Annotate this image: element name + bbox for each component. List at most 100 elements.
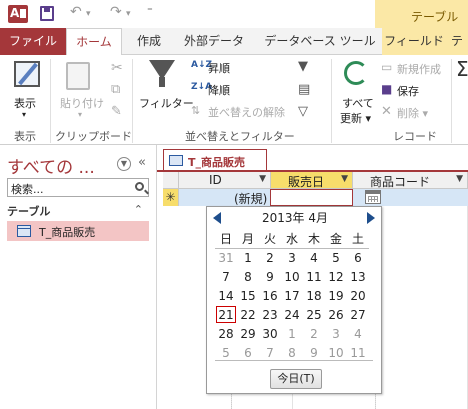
nav-item-table[interactable]: T_商品販売 <box>7 221 149 241</box>
column-dropdown-icon[interactable]: ▼ <box>456 174 463 184</box>
calendar-day[interactable]: 11 <box>303 267 325 286</box>
calendar-day[interactable]: 26 <box>325 305 347 324</box>
refresh-all-button[interactable]: すべて <box>342 95 374 111</box>
calendar-day[interactable]: 10 <box>281 267 303 286</box>
calendar-day[interactable]: 17 <box>281 286 303 305</box>
next-month-icon[interactable] <box>367 212 375 224</box>
collapse-pane-icon[interactable]: « <box>138 155 146 170</box>
toggle-filter-icon[interactable]: ▽ <box>298 104 308 119</box>
view-button[interactable]: 表示 <box>14 95 36 111</box>
save-record-icon[interactable]: ■ <box>381 82 392 96</box>
document-tab[interactable]: T_商品販売 <box>163 149 267 171</box>
calendar-day[interactable]: 15 <box>237 286 259 305</box>
remove-sort-icon[interactable]: ⇅ <box>191 104 200 117</box>
calendar-day[interactable]: 1 <box>237 248 259 267</box>
new-record-button[interactable]: 新規作成 <box>397 61 441 77</box>
previous-month-icon[interactable] <box>213 212 221 224</box>
paste-button[interactable]: 貼り付け <box>60 95 104 111</box>
tab-table[interactable]: テ <box>446 28 468 55</box>
nav-pane-title[interactable]: すべての ... <box>7 153 95 178</box>
filter-button[interactable]: フィルター <box>139 95 194 111</box>
calendar-day[interactable]: 23 <box>259 305 281 324</box>
calendar-day[interactable]: 7 <box>215 267 237 286</box>
view-icon[interactable] <box>14 61 40 87</box>
column-dropdown-icon[interactable]: ▼ <box>341 174 348 184</box>
calendar-day[interactable]: 13 <box>347 267 369 286</box>
date-picker-icon[interactable] <box>365 190 381 204</box>
paste-dropdown-icon[interactable]: ▾ <box>78 110 82 119</box>
calendar-day[interactable]: 9 <box>259 267 281 286</box>
nav-group-header[interactable]: テーブル ⌃ <box>7 203 149 220</box>
select-all-cell[interactable] <box>163 172 179 189</box>
calendar-day[interactable]: 1 <box>281 324 303 343</box>
calendar-day[interactable]: 2 <box>259 248 281 267</box>
calendar-day[interactable]: 5 <box>325 248 347 267</box>
tab-fields[interactable]: フィールド <box>382 28 446 55</box>
remove-sort-button[interactable]: 並べ替えの解除 <box>208 104 285 120</box>
column-dropdown-icon[interactable]: ▼ <box>259 174 266 184</box>
redo-dropdown-icon[interactable]: ▾ <box>126 9 131 19</box>
sort-descending-button[interactable]: 降順 <box>208 82 230 98</box>
undo-icon[interactable]: ↶ <box>70 4 82 20</box>
calendar-day[interactable]: 25 <box>303 305 325 324</box>
sort-ascending-button[interactable]: 昇順 <box>208 60 230 76</box>
calendar-day[interactable]: 3 <box>325 324 347 343</box>
chevron-down-icon[interactable]: ▼ <box>117 157 131 171</box>
calendar-day[interactable]: 6 <box>347 248 369 267</box>
chevron-up-icon[interactable]: ⌃ <box>134 203 143 216</box>
tab-create[interactable]: 作成 <box>124 28 174 55</box>
calendar-day-today[interactable]: 21 <box>215 305 237 324</box>
calendar-day[interactable]: 3 <box>281 248 303 267</box>
sale-date-cell[interactable] <box>270 189 353 206</box>
access-app-icon[interactable]: A <box>8 5 28 23</box>
today-button[interactable]: 今日(T) <box>270 369 322 389</box>
save-icon[interactable] <box>40 6 54 21</box>
new-record-label: (新規) <box>234 192 268 206</box>
calendar-day[interactable]: 18 <box>303 286 325 305</box>
calendar-day[interactable]: 31 <box>215 248 237 267</box>
tab-home[interactable]: ホーム <box>66 28 122 56</box>
save-record-button[interactable]: 保存 <box>397 83 419 99</box>
calendar-day[interactable]: 27 <box>347 305 369 324</box>
calendar-day[interactable]: 19 <box>325 286 347 305</box>
tab-external-data[interactable]: 外部データ <box>174 28 254 55</box>
calendar-day[interactable]: 14 <box>215 286 237 305</box>
customize-qat-icon[interactable]: ⁼ <box>147 4 153 17</box>
tab-database-tools[interactable]: データベース ツール <box>258 28 382 55</box>
calendar-day[interactable]: 24 <box>281 305 303 324</box>
calendar-day[interactable]: 4 <box>347 324 369 343</box>
advanced-filter-icon[interactable]: ▤ <box>298 82 310 97</box>
delete-icon[interactable]: ✕ <box>381 104 392 119</box>
calendar-day[interactable]: 8 <box>237 267 259 286</box>
nav-search-input[interactable]: 検索... <box>7 178 149 197</box>
calendar-day[interactable]: 2 <box>303 324 325 343</box>
new-record-icon[interactable]: ▭ <box>381 60 392 74</box>
calendar-day[interactable]: 16 <box>259 286 281 305</box>
delete-button[interactable]: 削除 ▾ <box>397 105 428 121</box>
calendar-day[interactable]: 4 <box>303 248 325 267</box>
calendar-day[interactable]: 28 <box>215 324 237 343</box>
column-header-id[interactable]: ID ▼ <box>179 172 271 189</box>
new-record-selector[interactable]: ✳ <box>163 189 179 206</box>
column-header-product-code[interactable]: 商品コード ▼ <box>353 172 468 189</box>
tab-file[interactable]: ファイル <box>0 28 66 55</box>
copy-icon[interactable]: ⧉ <box>111 82 120 97</box>
calendar-day[interactable]: 12 <box>325 267 347 286</box>
cut-icon[interactable]: ✂ <box>111 60 123 76</box>
selection-filter-icon[interactable]: ▼ <box>298 59 308 74</box>
paste-icon[interactable] <box>66 62 90 90</box>
calendar-day[interactable]: 22 <box>237 305 259 324</box>
totals-icon[interactable]: Σ <box>456 57 468 81</box>
view-dropdown-icon[interactable]: ▾ <box>22 110 26 119</box>
column-header-sale-date[interactable]: 販売日 ▼ <box>271 172 353 189</box>
format-painter-icon[interactable]: ✎ <box>111 104 122 119</box>
weekday-header: 月 <box>237 229 259 249</box>
refresh-icon[interactable] <box>344 61 368 85</box>
search-icon[interactable] <box>135 182 144 191</box>
undo-dropdown-icon[interactable]: ▾ <box>86 9 91 19</box>
calendar-day[interactable]: 20 <box>347 286 369 305</box>
calendar-day[interactable]: 30 <box>259 324 281 343</box>
refresh-all-button-line2[interactable]: 更新 ▾ <box>340 110 371 126</box>
calendar-day[interactable]: 29 <box>237 324 259 343</box>
redo-icon[interactable]: ↷ <box>110 4 122 20</box>
